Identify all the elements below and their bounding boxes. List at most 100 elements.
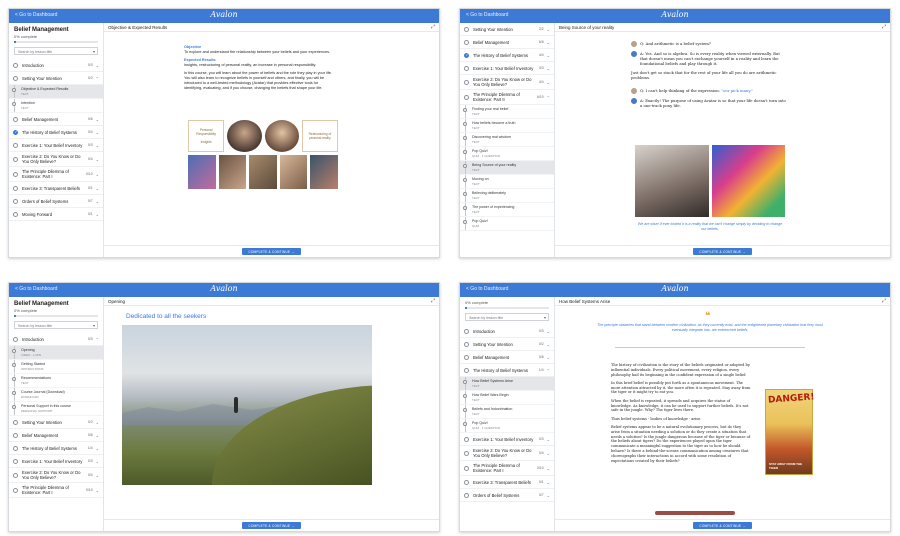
sidebar-section[interactable]: Introduction 0/3 ⌄	[460, 325, 554, 338]
sidebar-section[interactable]: Setting Your Intention 0/2 ⌃	[9, 72, 103, 85]
lesson-item[interactable]: Being Source of your reality TEXT	[460, 161, 554, 175]
chevron-down-icon[interactable]: ⌄	[96, 186, 99, 191]
dashboard-link[interactable]: < Go to Dashboard	[15, 286, 57, 292]
chevron-down-icon[interactable]: ⌄	[96, 63, 99, 68]
sidebar-section[interactable]: Moving Forward 0/1 ⌄	[9, 208, 103, 221]
sidebar-section[interactable]: Exercise 2: Do You Know or Do You Only B…	[9, 468, 103, 483]
lesson-item[interactable]: Opening VIDEO · 1 MIN	[9, 346, 103, 360]
video-hiker-landscape[interactable]	[122, 325, 372, 485]
complete-continue-button[interactable]: COMPLETE & CONTINUE →	[242, 522, 301, 529]
chevron-down-icon[interactable]: ⌄	[547, 80, 550, 85]
chevron-down-icon[interactable]: ⌄	[547, 66, 550, 71]
chevron-down-icon[interactable]: ⌄	[96, 130, 99, 135]
lesson-item[interactable]: Pop Quiz! QUIZ	[460, 217, 554, 231]
sidebar-section[interactable]: Exercise 2: Do You Know or Do You Only B…	[460, 75, 554, 90]
complete-continue-button[interactable]: COMPLETE & CONTINUE →	[242, 248, 301, 255]
chevron-down-icon[interactable]: ⌄	[96, 473, 99, 478]
sidebar-section[interactable]: Setting Your Intention 0/2 ⌄	[460, 338, 554, 351]
chevron-down-icon[interactable]: ⌄	[547, 27, 550, 32]
lesson-item[interactable]: How beliefs become a truth TEXT	[460, 119, 554, 133]
sidebar-section[interactable]: The History of Belief Systems 0/4⌄	[9, 126, 103, 139]
sidebar-section[interactable]: The Principle Dilemma of Existence: Part…	[9, 483, 103, 498]
expand-icon[interactable]: ⤢	[431, 298, 435, 304]
chevron-down-icon[interactable]: ⌄	[96, 488, 99, 493]
lesson-item[interactable]: Moving on TEXT	[460, 175, 554, 189]
sidebar-section[interactable]: Exercise 2: Do You Know or Do You Only B…	[9, 152, 103, 167]
lesson-search[interactable]: Search by lesson title ▾	[14, 47, 98, 55]
chevron-down-icon[interactable]: ⌄	[547, 493, 550, 498]
chevron-down-icon[interactable]: ⌄	[547, 451, 550, 456]
lesson-item[interactable]: Intention TEXT	[9, 99, 103, 113]
lesson-item[interactable]: Objective & Expected Results TEXT	[9, 85, 103, 99]
dashboard-link[interactable]: < Go to Dashboard	[466, 286, 508, 292]
sidebar-section[interactable]: The Principle Dilemma of Existence: Part…	[460, 90, 554, 105]
chevron-up-icon[interactable]: ⌃	[96, 76, 99, 81]
sidebar-section[interactable]: Exercise 3: Transparent Beliefs 0/1 ⌄	[9, 182, 103, 195]
chevron-down-icon[interactable]: ⌄	[547, 437, 550, 442]
sidebar-section[interactable]: The Principle Dilemma of Existence: Part…	[9, 167, 103, 182]
chevron-down-icon[interactable]: ⌄	[547, 40, 550, 45]
chevron-down-icon[interactable]: ⌄	[96, 117, 99, 122]
chevron-up-icon[interactable]: ⌃	[96, 337, 99, 342]
lesson-item[interactable]: Pop Quiz! QUIZ · 1 QUESTION	[460, 419, 554, 433]
sidebar-section[interactable]: Exercise 1: Your Belief Inventory 0/3 ⌄	[9, 139, 103, 152]
sidebar-section[interactable]: The History of Belief Systems 1/4 ⌄	[9, 442, 103, 455]
lesson-item[interactable]: Believing deliberately TEXT	[460, 189, 554, 203]
lesson-item[interactable]: Recommendations TEXT	[9, 374, 103, 388]
sidebar-section[interactable]: Exercise 2: Do You Know or Do You Only B…	[460, 446, 554, 461]
chevron-down-icon[interactable]: ⌄	[96, 212, 99, 217]
chevron-down-icon[interactable]: ⌄	[96, 157, 99, 162]
chevron-down-icon[interactable]: ⌄	[96, 459, 99, 464]
sidebar-section[interactable]: Introduction 0/3 ⌄	[9, 59, 103, 72]
sidebar-section[interactable]: Orders of Belief Systems 0/7 ⌄	[9, 195, 103, 208]
chevron-down-icon[interactable]: ⌄	[547, 355, 550, 360]
chevron-down-icon[interactable]: ⌄	[547, 480, 550, 485]
lesson-item[interactable]: Course Journal (Download) DOWNLOAD	[9, 388, 103, 402]
sidebar-section[interactable]: The History of Belief Systems 4/4⌄	[460, 49, 554, 62]
sidebar-section[interactable]: Belief Management 6/6 ⌄	[460, 36, 554, 49]
lesson-search[interactable]: Search by lesson title ▾	[465, 313, 549, 321]
chevron-down-icon[interactable]: ⌄	[96, 420, 99, 425]
sidebar-section[interactable]: Introduction 0/3 ⌃	[9, 333, 103, 346]
sidebar-section[interactable]: Setting Your Intention 0/2 ⌄	[9, 416, 103, 429]
sidebar-section[interactable]: Exercise 1: Your Belief Inventory 0/3 ⌄	[460, 433, 554, 446]
lesson-item[interactable]: The power of experiencing TEXT	[460, 203, 554, 217]
chevron-down-icon[interactable]: ⌄	[96, 446, 99, 451]
chevron-up-icon[interactable]: ⌃	[547, 368, 550, 373]
chevron-down-icon[interactable]: ⌄	[96, 433, 99, 438]
expand-icon[interactable]: ⤢	[882, 298, 886, 304]
lesson-item[interactable]: Personal Support in this course PERSONAL …	[9, 402, 103, 416]
lesson-item[interactable]: How Belief Systems Arise TEXT	[460, 377, 554, 391]
expand-icon[interactable]: ⤢	[882, 24, 886, 30]
lesson-item[interactable]: Beliefs and Indoctrination TEXT	[460, 405, 554, 419]
dashboard-link[interactable]: < Go to Dashboard	[15, 12, 57, 18]
sidebar-section[interactable]: Belief Management 0/6 ⌄	[460, 351, 554, 364]
complete-continue-button[interactable]: COMPLETE & CONTINUE →	[693, 248, 752, 255]
sidebar-section[interactable]: Orders of Belief Systems 0/7 ⌄	[460, 489, 554, 502]
complete-continue-button[interactable]: COMPLETE & CONTINUE →	[693, 522, 752, 529]
chevron-up-icon[interactable]: ⌃	[547, 95, 550, 100]
chevron-down-icon[interactable]: ⌄	[547, 53, 550, 58]
lesson-item[interactable]: Pop Quiz! QUIZ · 1 QUESTION	[460, 147, 554, 161]
sidebar-section[interactable]: Setting Your Intention 2/2 ⌄	[460, 23, 554, 36]
lesson-item[interactable]: Discovering real wisdom TEXT	[460, 133, 554, 147]
expression-link[interactable]: "our pick many."	[721, 88, 753, 93]
chevron-down-icon[interactable]: ⌄	[547, 342, 550, 347]
dashboard-link[interactable]: < Go to Dashboard	[466, 12, 508, 18]
sidebar-section[interactable]: The Principle Dilemma of Existence: Part…	[460, 461, 554, 476]
lesson-search[interactable]: Search by lesson title ▾	[14, 321, 98, 329]
sidebar-section[interactable]: Exercise 1: Your Belief Inventory 0/3 ⌄	[9, 455, 103, 468]
sidebar-section[interactable]: Belief Management 0/6 ⌄	[9, 113, 103, 126]
lesson-item[interactable]: How Belief Wars Begin TEXT	[460, 391, 554, 405]
chevron-down-icon[interactable]: ⌄	[96, 143, 99, 148]
sidebar-section[interactable]: Belief Management 0/6 ⌄	[9, 429, 103, 442]
lesson-item[interactable]: Getting Started INSTRUCTIONS	[9, 360, 103, 374]
chevron-down-icon[interactable]: ⌄	[547, 329, 550, 334]
chevron-down-icon[interactable]: ⌄	[96, 199, 99, 204]
lesson-item[interactable]: Finding your real belief TEXT	[460, 105, 554, 119]
chevron-down-icon[interactable]: ⌄	[96, 172, 99, 177]
chevron-down-icon[interactable]: ⌄	[547, 466, 550, 471]
expand-icon[interactable]: ⤢	[431, 24, 435, 30]
sidebar-section[interactable]: Exercise 3: Transparent Beliefs 0/1 ⌄	[460, 476, 554, 489]
sidebar-section[interactable]: Exercise 1: Your Belief Inventory 3/3 ⌄	[460, 62, 554, 75]
